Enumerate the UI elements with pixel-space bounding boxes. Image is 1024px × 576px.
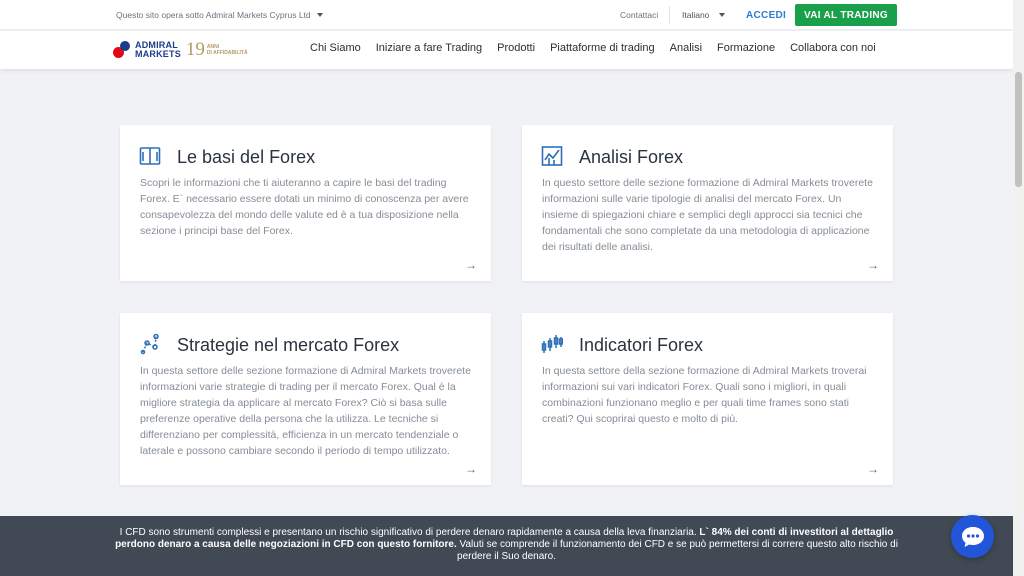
entity-selector[interactable]: Questo sito opera sotto Admiral Markets … <box>116 10 323 20</box>
divider <box>669 6 670 24</box>
card-description: Scopri le informazioni che ti aiuteranno… <box>140 177 469 237</box>
book-icon <box>139 145 161 167</box>
go-to-trading-button[interactable]: VAI AL TRADING <box>795 4 897 26</box>
logo-mark <box>113 41 133 59</box>
language-label: Italiano <box>682 10 710 20</box>
chat-button[interactable] <box>951 515 994 558</box>
card-basi-forex[interactable]: Le basi del Forex Scopri le informazioni… <box>120 125 491 281</box>
logo-years-text: ANNI DI AFFIDABILITÀ <box>207 44 248 56</box>
card-title: Indicatori Forex <box>579 335 704 355</box>
chat-bubble-icon <box>961 526 984 547</box>
logo-years-badge: 19 ANNI DI AFFIDABILITÀ <box>185 39 248 60</box>
logo-wordmark: ADMIRAL MARKETS <box>135 41 181 59</box>
contact-link[interactable]: Contattaci <box>620 10 658 20</box>
risk-text-part2: Valuti se comprende il funzionamento dei… <box>456 539 898 562</box>
logo-blue-dot <box>120 41 130 51</box>
login-link[interactable]: ACCEDI <box>746 10 786 21</box>
arrow-right-icon[interactable]: → <box>465 258 477 272</box>
card-description: In questo settore delle sezione formazio… <box>542 177 873 253</box>
chart-analysis-icon <box>541 145 563 167</box>
card-description: In questa settore delle sezione formazio… <box>140 365 471 457</box>
card-strategie-forex[interactable]: Strategie nel mercato Forex In questa se… <box>120 313 491 485</box>
nav-item-formazione[interactable]: Formazione <box>717 42 775 54</box>
candlestick-icon <box>541 333 564 355</box>
main-navbar: ADMIRAL MARKETS 19 ANNI DI AFFIDABILITÀ … <box>0 31 1013 69</box>
arrow-right-icon[interactable]: → <box>867 258 879 272</box>
nav-item-analisi[interactable]: Analisi <box>670 42 702 54</box>
nav-item-piattaforme[interactable]: Piattaforme di trading <box>550 42 655 54</box>
card-title: Le basi del Forex <box>177 147 316 167</box>
risk-warning-banner: I CFD sono strumenti complessi e present… <box>0 516 1013 576</box>
card-description: In questa settore della sezione formazio… <box>542 365 867 425</box>
arrow-right-icon[interactable]: → <box>867 462 879 476</box>
chevron-down-icon <box>719 13 726 17</box>
top-utility-bar: Questo sito opera sotto Admiral Markets … <box>0 0 1013 30</box>
nav-item-prodotti[interactable]: Prodotti <box>497 42 535 54</box>
page-scrollbar[interactable] <box>1013 0 1024 576</box>
language-selector[interactable]: Italiano <box>682 10 726 20</box>
strategy-icon <box>139 333 161 355</box>
arrow-right-icon[interactable]: → <box>465 462 477 476</box>
nav-item-collabora[interactable]: Collabora con noi <box>790 42 876 54</box>
card-analisi-forex[interactable]: Analisi Forex In questo settore delle se… <box>522 125 893 281</box>
card-indicatori-forex[interactable]: Indicatori Forex In questa settore della… <box>522 313 893 485</box>
card-title: Strategie nel mercato Forex <box>177 335 400 355</box>
logo-sub2: DI AFFIDABILITÀ <box>206 50 248 56</box>
main-menu: Chi Siamo Iniziare a fare Trading Prodot… <box>310 42 891 54</box>
nav-item-iniziare[interactable]: Iniziare a fare Trading <box>376 42 482 54</box>
admiral-markets-logo[interactable]: ADMIRAL MARKETS 19 ANNI DI AFFIDABILITÀ <box>113 39 258 61</box>
risk-text-part1: I CFD sono strumenti complessi e present… <box>119 527 700 538</box>
card-title: Analisi Forex <box>579 147 684 167</box>
nav-item-chi-siamo[interactable]: Chi Siamo <box>310 42 361 54</box>
entity-text: Questo sito opera sotto Admiral Markets … <box>116 10 311 20</box>
logo-years-number: 19 <box>185 39 205 60</box>
scrollbar-thumb[interactable] <box>1015 72 1022 187</box>
logo-line2: MARKETS <box>135 49 181 59</box>
chevron-down-icon <box>316 13 323 17</box>
